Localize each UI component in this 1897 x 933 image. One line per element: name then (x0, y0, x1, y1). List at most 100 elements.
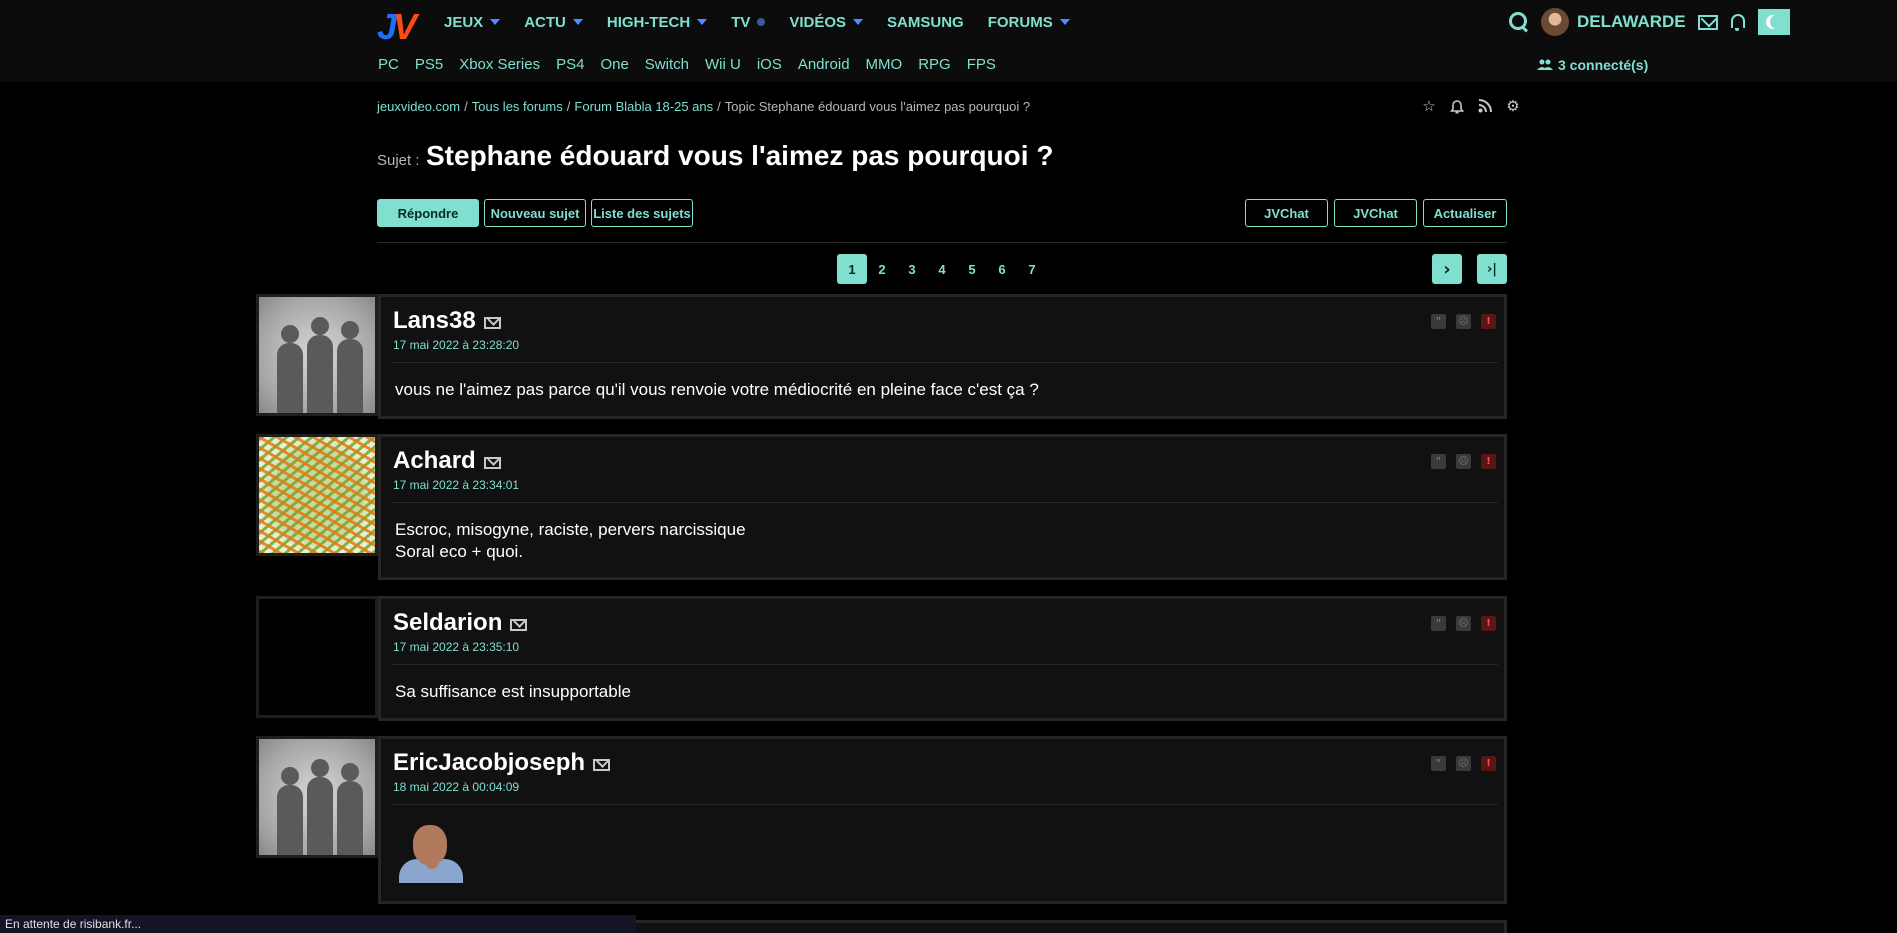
subject-label: Sujet : (377, 152, 420, 169)
thinking-man-sticker-image[interactable] (395, 819, 467, 883)
star-icon[interactable]: ☆ (1421, 98, 1437, 115)
subnav-item[interactable]: Wii U (705, 56, 741, 73)
post-message: Sa suffisance est insupportable (395, 682, 631, 701)
page-link[interactable]: 3 (897, 254, 927, 284)
subnav-item[interactable]: MMO (866, 56, 903, 73)
theme-toggle-button[interactable] (1757, 9, 1790, 35)
envelope-icon[interactable] (510, 619, 528, 631)
breadcrumb-link[interactable]: jeuxvideo.com (377, 99, 460, 114)
gear-icon[interactable]: ⚙ (1505, 98, 1521, 115)
breadcrumb: jeuxvideo.com / Tous les forums / Forum … (377, 99, 1031, 114)
quote-icon[interactable]: " (1431, 454, 1446, 469)
jvchat-button[interactable]: JVChat (1245, 199, 1328, 227)
alert-icon[interactable]: ! (1481, 616, 1496, 631)
alert-icon[interactable]: ! (1481, 454, 1496, 469)
quote-icon[interactable]: " (1431, 314, 1446, 329)
bell-icon[interactable] (1730, 13, 1746, 31)
connected-count[interactable]: 3 connecté(s) (1537, 57, 1648, 73)
breadcrumb-link[interactable]: Forum Blabla 18-25 ans (574, 99, 713, 114)
post-date[interactable]: 17 mai 2022 à 23:35:10 (393, 640, 519, 654)
refresh-button[interactable]: Actualiser (1423, 199, 1507, 227)
envelope-icon[interactable] (483, 457, 501, 469)
jv-logo[interactable]: JV (377, 6, 421, 47)
username[interactable]: DELAWARDE (1577, 12, 1686, 32)
mp-icon[interactable]: ☹ (1456, 314, 1471, 329)
page-link[interactable]: 2 (867, 254, 897, 284)
bell-icon[interactable] (1449, 98, 1465, 114)
mail-icon[interactable] (1697, 14, 1718, 30)
page-title: Stephane édouard vous l'aimez pas pourqu… (426, 140, 1054, 171)
reply-button[interactable]: Répondre (377, 199, 479, 227)
post-author[interactable]: Achard (393, 447, 501, 475)
post: EricJacobjoseph 18 mai 2022 à 00:04:09 "… (256, 736, 1507, 904)
new-topic-button[interactable]: Nouveau sujet (484, 199, 586, 227)
post-avatar[interactable] (256, 736, 378, 858)
subnav-item[interactable]: PS4 (556, 56, 584, 73)
subnav-item[interactable]: RPG (918, 56, 951, 73)
jvchat-button[interactable]: JVChat (1334, 199, 1417, 227)
avatar[interactable] (1541, 8, 1569, 36)
nav-jeux[interactable]: JEUX (444, 14, 501, 31)
nav-videos[interactable]: VIDÉOS (789, 14, 864, 31)
post-message: Escroc, misogyne, raciste, pervers narci… (395, 520, 746, 561)
post-avatar[interactable] (256, 294, 378, 416)
alert-icon[interactable]: ! (1481, 756, 1496, 771)
quote-icon[interactable]: " (1431, 756, 1446, 771)
subnav-item[interactable]: FPS (967, 56, 996, 73)
post-divider (391, 362, 1498, 363)
users-icon (1537, 59, 1553, 70)
subnav-item[interactable]: PS5 (415, 56, 443, 73)
envelope-icon[interactable] (483, 317, 501, 329)
subnav-item[interactable]: Xbox Series (459, 56, 540, 73)
breadcrumb-link[interactable]: Tous les forums (472, 99, 563, 114)
last-page-button[interactable]: ›| (1477, 254, 1507, 284)
search-icon[interactable] (1508, 11, 1530, 33)
alert-icon[interactable]: ! (1481, 314, 1496, 329)
post-author[interactable]: Seldarion (393, 609, 528, 637)
next-page-button[interactable]: › (1432, 254, 1462, 284)
envelope-icon[interactable] (593, 759, 611, 771)
post-body: Achard 17 mai 2022 à 23:34:01 " ☹ ! Escr… (378, 434, 1507, 580)
page-link[interactable]: 6 (987, 254, 1017, 284)
post: Achard 17 mai 2022 à 23:34:01 " ☹ ! Escr… (256, 434, 1507, 580)
subnav-item[interactable]: Android (798, 56, 850, 73)
divider (377, 242, 1507, 243)
mp-icon[interactable]: ☹ (1456, 454, 1471, 469)
post: Lans38 17 mai 2022 à 23:28:20 " ☹ ! vous… (256, 294, 1507, 419)
post-author[interactable]: Lans38 (393, 307, 501, 335)
chevron-down-icon (490, 19, 501, 25)
browser-status-bar: En attente de risibank.fr... (0, 915, 636, 933)
post-date[interactable]: 18 mai 2022 à 00:04:09 (393, 780, 519, 794)
rss-icon[interactable] (1477, 98, 1493, 114)
post-date[interactable]: 17 mai 2022 à 23:34:01 (393, 478, 519, 492)
mp-icon[interactable]: ☹ (1456, 756, 1471, 771)
subnav-item[interactable]: Switch (645, 56, 689, 73)
header-user-area: DELAWARDE (1508, 8, 1790, 36)
post-body: Seldarion 17 mai 2022 à 23:35:10 " ☹ ! S… (378, 596, 1507, 721)
mp-icon[interactable]: ☹ (1456, 616, 1471, 631)
page-link[interactable]: 1 (837, 254, 867, 284)
topic-list-button[interactable]: Liste des sujets (591, 199, 693, 227)
nav-samsung[interactable]: SAMSUNG (887, 14, 964, 31)
subnav-item[interactable]: PC (378, 56, 399, 73)
nav-high-tech[interactable]: HIGH-TECH (607, 14, 708, 31)
post-avatar[interactable] (256, 434, 378, 556)
page-link[interactable]: 7 (1017, 254, 1047, 284)
post-divider (391, 804, 1498, 805)
subnav-item[interactable]: iOS (757, 56, 782, 73)
chevron-down-icon (697, 19, 708, 25)
post-divider (391, 664, 1498, 665)
nav-actu[interactable]: ACTU (524, 14, 583, 31)
subnav-item[interactable]: One (600, 56, 628, 73)
post-avatar[interactable] (256, 596, 378, 718)
moon-icon (1770, 15, 1784, 29)
quote-icon[interactable]: " (1431, 616, 1446, 631)
page-link[interactable]: 5 (957, 254, 987, 284)
nav-forums[interactable]: FORUMS (988, 14, 1070, 31)
breadcrumb-current: Topic Stephane édouard vous l'aimez pas … (724, 99, 1031, 114)
page-link[interactable]: 4 (927, 254, 957, 284)
post-date[interactable]: 17 mai 2022 à 23:28:20 (393, 338, 519, 352)
pagination: 1 2 3 4 5 6 7 (837, 254, 1047, 284)
nav-tv[interactable]: TV (731, 14, 766, 31)
post-author[interactable]: EricJacobjoseph (393, 749, 611, 777)
